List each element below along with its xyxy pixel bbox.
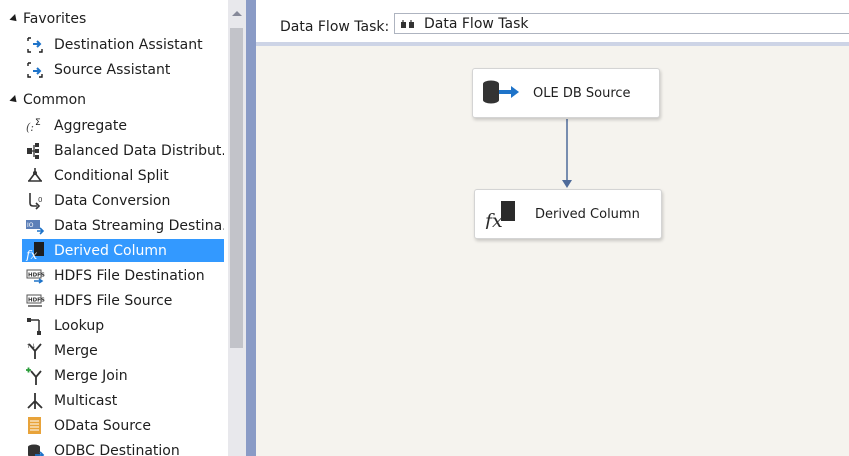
svg-text:IO: IO — [27, 222, 34, 229]
ssis-toolbox: Favorites Destination Assistant Source A… — [0, 0, 246, 456]
toolbox-item-destination-assistant[interactable]: Destination Assistant — [22, 33, 224, 56]
toolbox-item-data-streaming-destination[interactable]: IO Data Streaming Destina... — [22, 214, 224, 237]
svg-text:Σ: Σ — [35, 118, 41, 128]
svg-text:fx: fx — [25, 248, 37, 261]
svg-text:0: 0 — [38, 196, 42, 204]
scroll-up-arrow-icon[interactable] — [232, 11, 242, 16]
toolbox-item-hdfs-file-source[interactable]: HDFS HDFS File Source — [22, 289, 224, 312]
component-label: Derived Column — [535, 206, 640, 222]
toolbox-item-label: Balanced Data Distribut... — [54, 142, 224, 159]
toolbox-item-merge[interactable]: ↑↓ Merge — [22, 339, 224, 362]
toolbox-item-conditional-split[interactable]: Conditional Split — [22, 164, 224, 187]
component-derived-column[interactable]: fx Derived Column — [474, 189, 662, 239]
svg-text:(:: (: — [26, 121, 34, 134]
merge-icon: ↑↓ — [24, 341, 46, 361]
toolbox-item-label: Data Conversion — [54, 192, 171, 209]
svg-text:fx: fx — [483, 210, 503, 229]
collapse-triangle-icon[interactable] — [9, 95, 20, 105]
group-label: Favorites — [23, 11, 87, 27]
hdfs-file-source-icon: HDFS — [24, 291, 46, 311]
toolbox-item-label: ODBC Destination — [54, 442, 180, 456]
toolbox-item-label: Destination Assistant — [54, 36, 203, 53]
toolbox-item-odbc-destination[interactable]: ODBC Destination — [22, 439, 224, 456]
destination-assistant-icon — [24, 35, 46, 55]
toolbox-item-odata-source[interactable]: OData Source — [22, 414, 224, 437]
odata-source-icon — [24, 416, 46, 436]
scroll-thumb[interactable] — [230, 28, 243, 348]
toolbox-item-label: Multicast — [54, 392, 118, 409]
toolbox-list: Favorites Destination Assistant Source A… — [0, 0, 228, 456]
toolbox-item-balanced-data-distributor[interactable]: Balanced Data Distribut... — [22, 139, 224, 162]
conditional-split-icon — [24, 166, 46, 186]
data-conversion-icon: 0 — [24, 191, 46, 211]
derived-column-icon: fx — [483, 199, 523, 229]
data-flow-designer[interactable]: Data Flow Task: Data Flow Task OLE DB So… — [256, 0, 849, 456]
toolbox-item-label: Aggregate — [54, 117, 127, 134]
pane-splitter[interactable] — [246, 0, 256, 456]
component-label: OLE DB Source — [533, 85, 631, 101]
toolbox-item-label: Conditional Split — [54, 167, 169, 184]
svg-text:HDFS: HDFS — [28, 272, 45, 278]
toolbox-item-merge-join[interactable]: Merge Join — [22, 364, 224, 387]
odbc-destination-icon — [24, 441, 46, 456]
collapse-triangle-icon[interactable] — [9, 14, 20, 24]
group-label: Common — [23, 92, 87, 108]
toolbox-scrollbar[interactable] — [228, 0, 246, 456]
toolbox-item-label: HDFS File Source — [54, 292, 173, 309]
merge-join-icon — [24, 366, 46, 386]
toolbox-item-label: Source Assistant — [54, 61, 171, 78]
group-favorites[interactable]: Favorites — [0, 8, 226, 30]
multicast-icon — [24, 391, 46, 411]
component-ole-db-source[interactable]: OLE DB Source — [472, 68, 660, 118]
toolbox-item-aggregate[interactable]: (: Σ Aggregate — [22, 114, 224, 137]
toolbox-item-label: Derived Column — [54, 242, 167, 259]
lookup-icon — [24, 316, 46, 336]
hdfs-file-destination-icon: HDFS — [24, 266, 46, 286]
toolbox-item-label: HDFS File Destination — [54, 267, 205, 284]
toolbox-item-source-assistant[interactable]: Source Assistant — [22, 58, 224, 81]
toolbox-item-label: Merge — [54, 342, 98, 359]
data-streaming-destination-icon: IO — [24, 216, 46, 236]
toolbox-item-label: Merge Join — [54, 367, 128, 384]
toolbox-item-derived-column[interactable]: fx Derived Column — [22, 239, 224, 262]
toolbox-item-multicast[interactable]: Multicast — [22, 389, 224, 412]
derived-column-icon: fx — [24, 241, 46, 261]
toolbox-item-label: Lookup — [54, 317, 105, 334]
toolbox-item-lookup[interactable]: Lookup — [22, 314, 224, 337]
toolbox-item-data-conversion[interactable]: 0 Data Conversion — [22, 189, 224, 212]
source-assistant-icon — [24, 60, 46, 80]
svg-text:↑↓: ↑↓ — [26, 343, 36, 350]
toolbox-item-label: Data Streaming Destina... — [54, 217, 224, 234]
ole-db-source-icon — [481, 78, 521, 108]
toolbox-item-label: OData Source — [54, 417, 151, 434]
toolbox-item-hdfs-file-destination[interactable]: HDFS HDFS File Destination — [22, 264, 224, 287]
svg-text:HDFS: HDFS — [28, 297, 45, 303]
balanced-data-distributor-icon — [24, 141, 46, 161]
group-common[interactable]: Common — [0, 89, 226, 111]
aggregate-icon: (: Σ — [24, 116, 46, 136]
